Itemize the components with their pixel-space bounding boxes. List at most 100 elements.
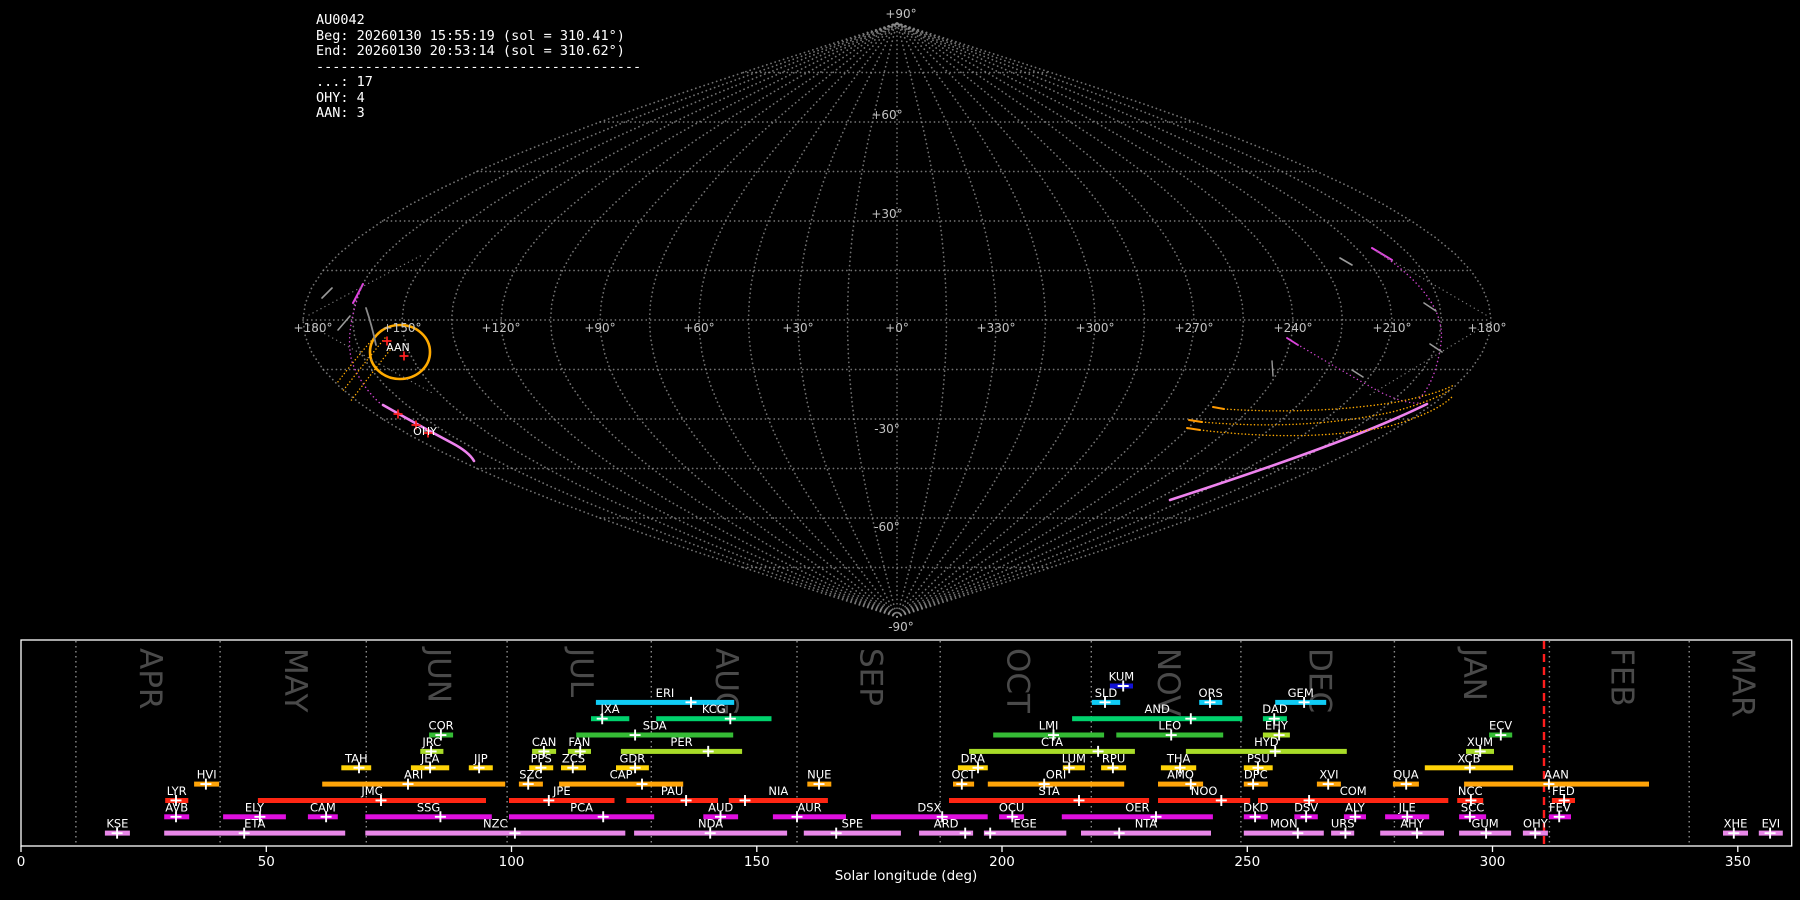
shower-peak-cross [739,794,751,806]
shower-code-label: AHY [1400,817,1425,831]
shower-FEV: FEV [1548,800,1571,823]
shower-peak-cross [702,745,714,757]
shower-code-label: JEA [420,751,440,765]
shower-code-label: PSU [1247,751,1270,765]
x-axis-title: Solar longitude (deg) [835,868,978,884]
shower-code-label: LYR [167,784,187,798]
gray-v-left-up [308,253,425,316]
shower-code-label: OCT [951,768,976,782]
gray-v-left-down [308,324,435,395]
shower-code-label: SCC [1461,800,1484,814]
shower-code-label: NIA [768,784,788,798]
shower-code-label: CTA [1041,735,1063,749]
shower-PAU: PAU [626,784,718,806]
shower-code-label: OHY [1523,817,1549,831]
month-label: OCT [1000,648,1036,714]
shower-code-label: XUM [1467,735,1493,749]
meridian-line [896,22,948,618]
info-line: ...: 17 [316,74,373,90]
shower-code-label: SSG [417,800,441,814]
shower-AUR: AUR [772,800,846,823]
month-label: APR [132,648,168,709]
x-axis-tick-label: 350 [1725,854,1751,870]
shower-DSV: DSV [1294,800,1318,823]
shower-code-label: QUA [1393,768,1418,782]
shower-code-label: JXA [600,702,620,716]
shower-code-label: EVI [1762,817,1781,831]
shower-bar [257,798,486,803]
shower-code-label: AAN [1544,768,1569,782]
shower-peak-cross [984,827,996,839]
shower-bar [626,798,718,803]
shower-code-label: TAH [344,751,368,765]
shower-STA: STA [949,784,1150,806]
shower-CAM: CAM [307,800,338,823]
shower-code-label: OCU [999,800,1025,814]
shower-peak-cross [685,696,697,708]
shower-peak-cross [1073,794,1085,806]
shower-code-label: DSV [1294,800,1318,814]
shower-code-label: SZC [519,768,542,782]
shower-code-label: ECV [1489,719,1512,733]
shower-code-label: ORI [1046,768,1066,782]
info-panel: AU0042 Beg: 20260130 15:55:19 (sol = 310.… [316,12,641,122]
longitude-label: +300° [1076,321,1115,335]
shower-XCB: XCB [1424,751,1514,774]
shower-QUA: QUA [1392,768,1419,790]
shower-code-label: AMO [1167,768,1194,782]
latitude-label: -60° [874,520,900,534]
gray-dash-3 [1339,257,1353,266]
gray-dash-2 [337,315,351,331]
shower-peak-cross [830,827,842,839]
right-drift-stub-1 [1186,427,1201,431]
shower-AVB: AVB [164,800,190,823]
longitude-label: +150° [383,321,422,335]
shower-code-label: ZCS [562,751,585,765]
x-axis-tick-label: 100 [499,854,525,870]
shower-HVI: HVI [194,768,220,790]
shower-code-label: XHE [1724,817,1748,831]
shower-bar [1081,830,1211,836]
latitude-label: +30° [871,207,902,221]
shower-peak-cross [959,827,971,839]
shower-JXA: JXA [591,702,630,725]
shower-bar [949,798,1150,803]
shower-bar [1072,716,1243,722]
shower-bar [365,830,626,836]
shower-EVI: EVI [1758,817,1783,839]
shower-bar [365,814,492,820]
shower-code-label: KCG [702,702,726,716]
info-line: AU0042 [316,12,365,28]
shower-DSX: DSX [871,800,988,823]
month-label: SEP [853,648,889,706]
shower-code-label: ARD [934,817,959,831]
shower-code-label: JMC [360,784,382,798]
shower-TAH: TAH [341,751,372,774]
longitude-label: +90° [584,321,615,335]
gray-dash-7 [1271,360,1274,377]
longitude-label: +270° [1175,321,1214,335]
longitude-label: +30° [782,321,813,335]
shower-code-label: HYD [1254,735,1279,749]
radiant-map-screen: +180° +150° +120° +90° +60° +30° +0° +330° +300°… [0,0,1800,900]
shower-bar [576,732,734,738]
shower-code-label: THA [1166,751,1191,765]
right-drift-stub-3 [1212,406,1225,410]
shower-SPE: SPE [803,817,901,839]
shower-code-label: JRC [421,735,441,749]
shower-code-label: RPU [1102,751,1125,765]
shower-LEO: LEO [1116,719,1224,741]
shower-ORS: ORS [1199,686,1223,708]
shower-code-label: AND [1145,702,1170,716]
longitude-label: +120° [482,321,521,335]
month-label: MAR [1724,648,1760,718]
shower-DKD: DKD [1243,800,1269,823]
shower-code-label: EHY [1265,719,1289,733]
gray-dash-4 [1423,302,1437,312]
shower-code-label: XVI [1319,768,1338,782]
shower-code-label: MON [1270,817,1298,831]
shower-bar [803,830,901,836]
x-axis-tick-label: 50 [258,854,275,870]
shower-code-label: NOO [1191,784,1218,798]
shower-bar [509,798,615,803]
